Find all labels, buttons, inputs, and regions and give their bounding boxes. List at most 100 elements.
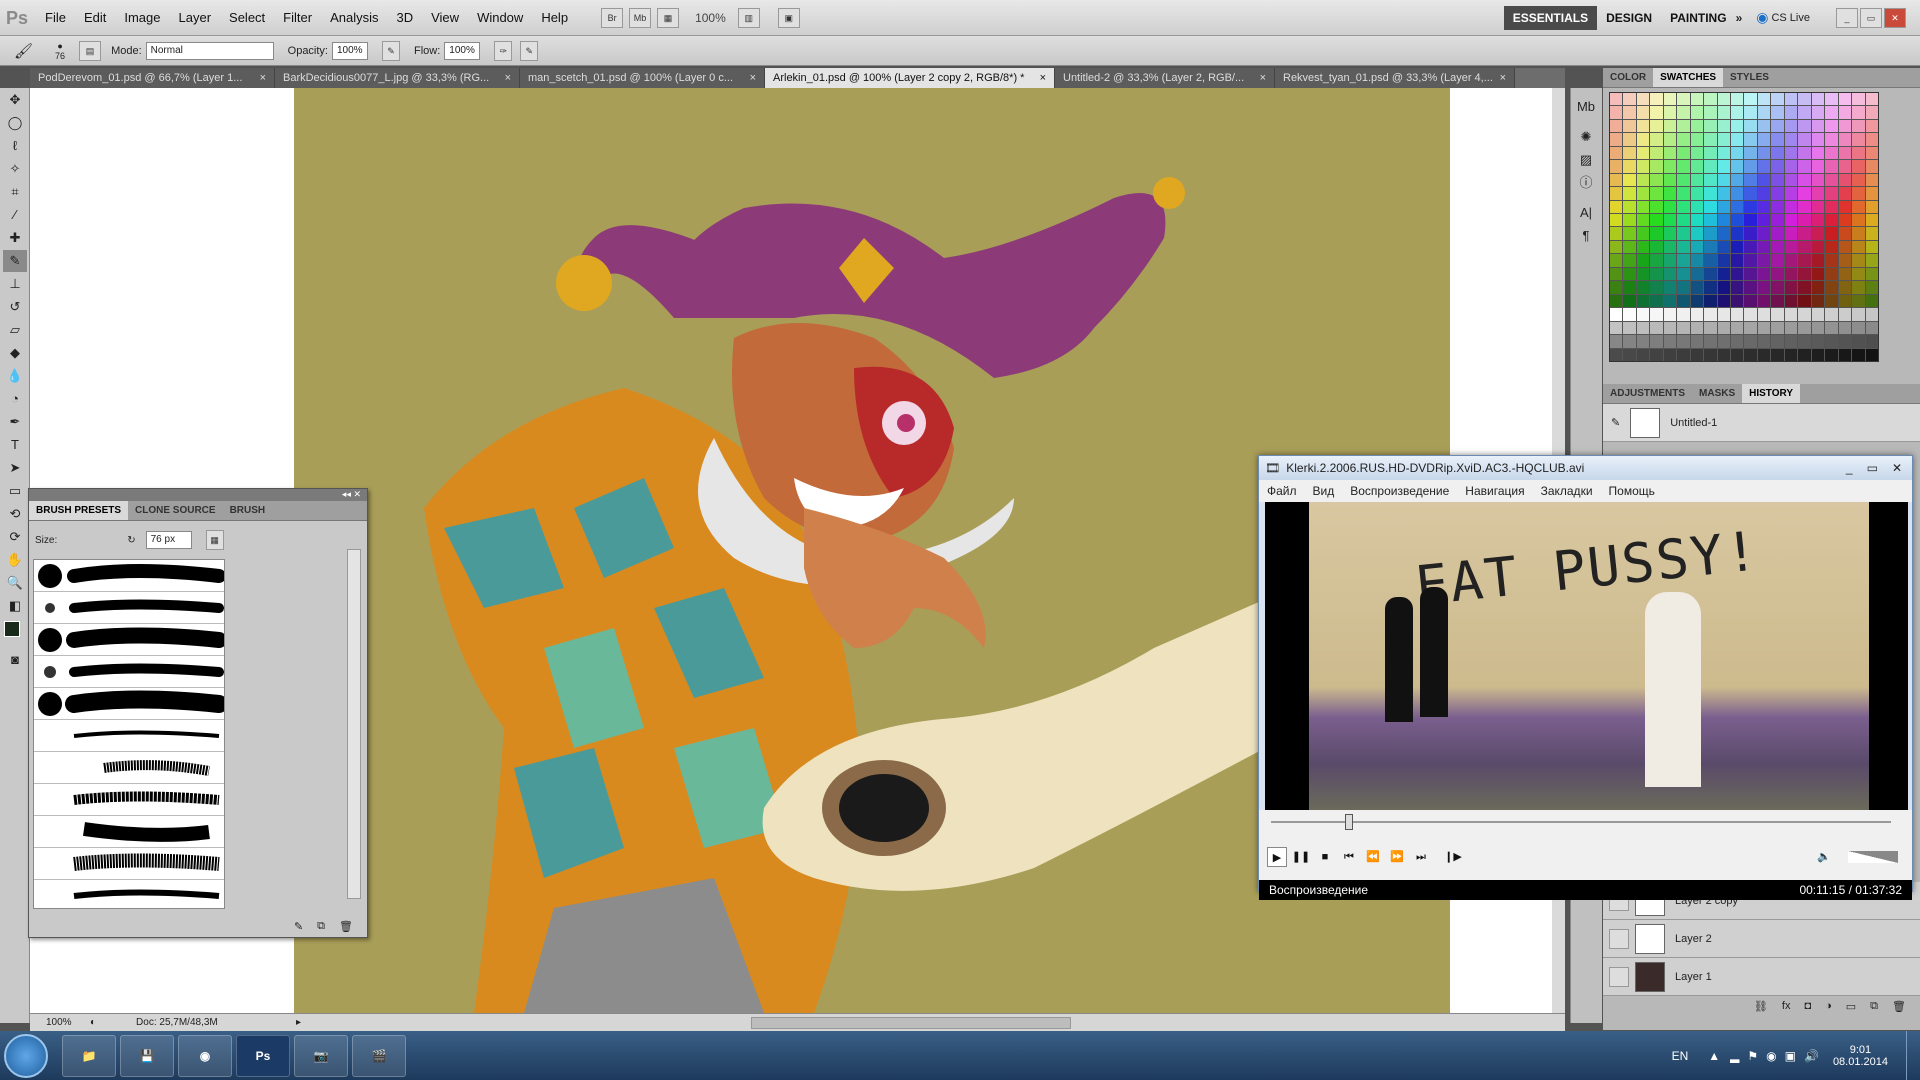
swatch[interactable] — [1623, 187, 1636, 200]
swatch[interactable] — [1636, 254, 1650, 267]
move-tool-icon[interactable]: ✥ — [3, 89, 27, 111]
swatch[interactable] — [1650, 187, 1663, 200]
swatch[interactable] — [1771, 119, 1784, 133]
swatch[interactable] — [1771, 254, 1784, 267]
swatch[interactable] — [1650, 200, 1663, 214]
swatch[interactable] — [1690, 254, 1704, 267]
brush-preset[interactable] — [34, 656, 224, 688]
swatch[interactable] — [1784, 294, 1798, 308]
swatch[interactable] — [1677, 160, 1690, 173]
swatch[interactable] — [1717, 187, 1731, 200]
swatch[interactable] — [1838, 240, 1852, 254]
volume-slider[interactable] — [1848, 851, 1898, 863]
swatch[interactable] — [1677, 294, 1690, 308]
swatch[interactable] — [1623, 93, 1636, 106]
3d-orbit-tool-icon[interactable]: ⟳ — [3, 526, 27, 548]
swatch[interactable] — [1623, 119, 1636, 133]
swatch[interactable] — [1798, 187, 1811, 200]
swatch[interactable] — [1784, 214, 1798, 227]
swatch[interactable] — [1744, 200, 1757, 214]
swatch[interactable] — [1677, 146, 1690, 160]
swatch[interactable] — [1771, 160, 1784, 173]
swatch[interactable] — [1771, 335, 1784, 348]
swatch[interactable] — [1623, 335, 1636, 348]
path-selection-tool-icon[interactable]: ➤ — [3, 457, 27, 479]
swatch[interactable] — [1677, 133, 1690, 146]
swatch[interactable] — [1636, 146, 1650, 160]
swatch[interactable] — [1610, 93, 1623, 106]
swatch[interactable] — [1717, 240, 1731, 254]
swatch[interactable] — [1717, 294, 1731, 308]
swatch[interactable] — [1731, 200, 1744, 214]
swatch[interactable] — [1623, 146, 1636, 160]
swatch[interactable] — [1636, 187, 1650, 200]
workspace-painting[interactable]: PAINTING — [1661, 11, 1735, 25]
swatch[interactable] — [1825, 254, 1838, 267]
swatch[interactable] — [1771, 240, 1784, 254]
hand-tool-icon[interactable]: ✋ — [3, 549, 27, 571]
tray-arrow-icon[interactable]: ▲ — [1708, 1049, 1720, 1063]
swatch[interactable] — [1825, 321, 1838, 335]
swatch[interactable] — [1623, 240, 1636, 254]
swatch[interactable] — [1610, 214, 1623, 227]
swatch[interactable] — [1798, 240, 1811, 254]
cs-live-button[interactable]: CS Live — [1771, 12, 1810, 24]
minimize-button[interactable]: _ — [1836, 7, 1858, 28]
tab-adjustments[interactable]: ADJUSTMENTS — [1603, 384, 1692, 403]
swatch[interactable] — [1852, 227, 1865, 240]
swatch[interactable] — [1838, 187, 1852, 200]
swatch[interactable] — [1811, 267, 1825, 281]
info-icon[interactable]: ⓘ — [1574, 172, 1598, 194]
frame-step-button[interactable]: ❙▶ — [1443, 847, 1463, 867]
swatch[interactable] — [1610, 187, 1623, 200]
brush-panel-toggle[interactable]: ▤ — [79, 40, 102, 61]
swatch[interactable] — [1717, 267, 1731, 281]
swatch[interactable] — [1865, 308, 1878, 321]
brush-panel-icon[interactable]: ✺ — [1574, 126, 1598, 148]
swatch[interactable] — [1704, 119, 1717, 133]
start-button[interactable] — [4, 1033, 48, 1078]
volume-icon[interactable]: 🔈 — [1814, 847, 1834, 867]
swatch[interactable] — [1663, 254, 1677, 267]
swatch[interactable] — [1865, 146, 1878, 160]
swatch[interactable] — [1838, 93, 1852, 106]
swatch[interactable] — [1825, 335, 1838, 348]
swatch[interactable] — [1757, 187, 1771, 200]
swatch[interactable] — [1704, 187, 1717, 200]
swatch[interactable] — [1663, 281, 1677, 294]
swatch[interactable] — [1650, 254, 1663, 267]
delete-layer-icon[interactable]: 🗑 — [1892, 1000, 1906, 1013]
swatch[interactable] — [1838, 308, 1852, 321]
history-brush-tool-icon[interactable]: ↺ — [3, 296, 27, 318]
swatch[interactable] — [1744, 133, 1757, 146]
swatch[interactable] — [1811, 254, 1825, 267]
player-minimize-icon[interactable]: _ — [1846, 461, 1853, 475]
menu-edit[interactable]: Edit — [75, 10, 115, 25]
swatch[interactable] — [1677, 267, 1690, 281]
photoshop-taskbar-button[interactable]: Ps — [236, 1034, 290, 1077]
swatch[interactable] — [1610, 173, 1623, 187]
swatch[interactable] — [1623, 214, 1636, 227]
swatch[interactable] — [1650, 348, 1663, 361]
swatch[interactable] — [1731, 214, 1744, 227]
zoom-tool-icon[interactable]: 🔍 — [3, 572, 27, 594]
swatch[interactable] — [1838, 281, 1852, 294]
brush-preset[interactable] — [34, 880, 224, 908]
swatch[interactable] — [1757, 160, 1771, 173]
swatch[interactable] — [1623, 160, 1636, 173]
swatch[interactable] — [1798, 214, 1811, 227]
swatch[interactable] — [1825, 267, 1838, 281]
swatch[interactable] — [1852, 93, 1865, 106]
menu-help[interactable]: Help — [532, 10, 577, 25]
layer-visibility-toggle[interactable] — [1609, 928, 1629, 949]
swatch[interactable] — [1677, 240, 1690, 254]
swatch[interactable] — [1636, 93, 1650, 106]
swatch[interactable] — [1798, 119, 1811, 133]
adjustment-layer-icon[interactable]: ◑ — [1825, 1000, 1832, 1013]
swatch[interactable] — [1784, 240, 1798, 254]
swatch[interactable] — [1677, 254, 1690, 267]
swatch[interactable] — [1731, 254, 1744, 267]
swatch[interactable] — [1838, 106, 1852, 119]
swatch[interactable] — [1798, 267, 1811, 281]
swatch[interactable] — [1852, 321, 1865, 335]
